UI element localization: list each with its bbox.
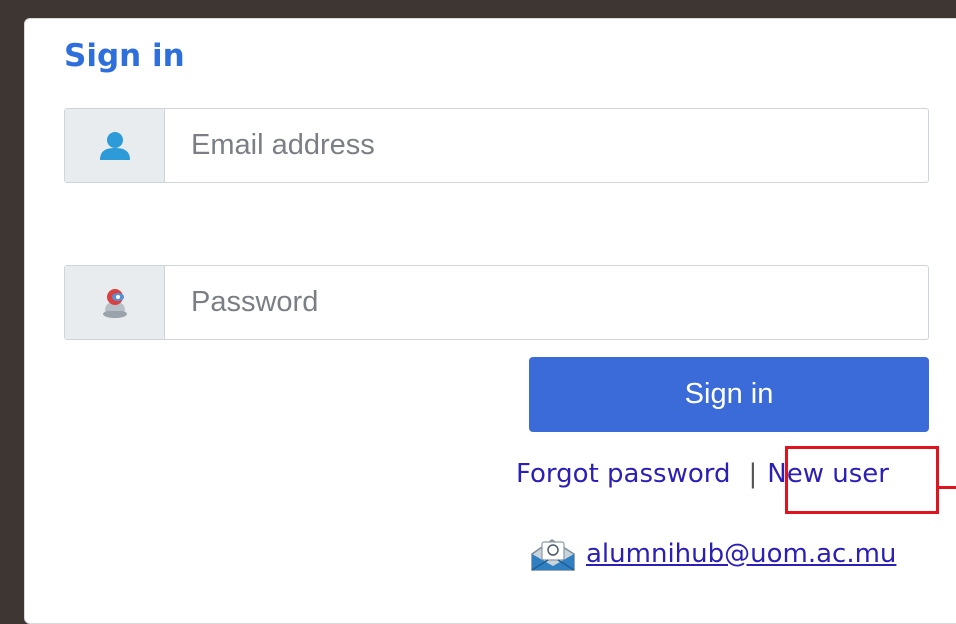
forgot-password-link[interactable]: Forgot password <box>516 459 730 489</box>
mail-envelope-icon <box>528 534 578 574</box>
user-icon <box>65 109 165 182</box>
password-input[interactable] <box>165 266 928 339</box>
page-title: Sign in <box>64 38 185 74</box>
contact-email-link[interactable]: alumnihub@uom.ac.mu <box>586 539 896 569</box>
email-input-group <box>64 108 929 183</box>
password-input-group <box>64 265 929 340</box>
sign-in-button[interactable]: Sign in <box>529 357 929 432</box>
account-links: Forgot password | New user <box>516 454 889 494</box>
key-user-icon <box>65 266 165 339</box>
link-separator: | <box>748 459 758 489</box>
new-user-link[interactable]: New user <box>767 459 889 489</box>
email-input[interactable] <box>165 109 928 182</box>
highlight-pointer-line <box>939 486 956 489</box>
contact-email-row: alumnihub@uom.ac.mu <box>528 534 896 574</box>
